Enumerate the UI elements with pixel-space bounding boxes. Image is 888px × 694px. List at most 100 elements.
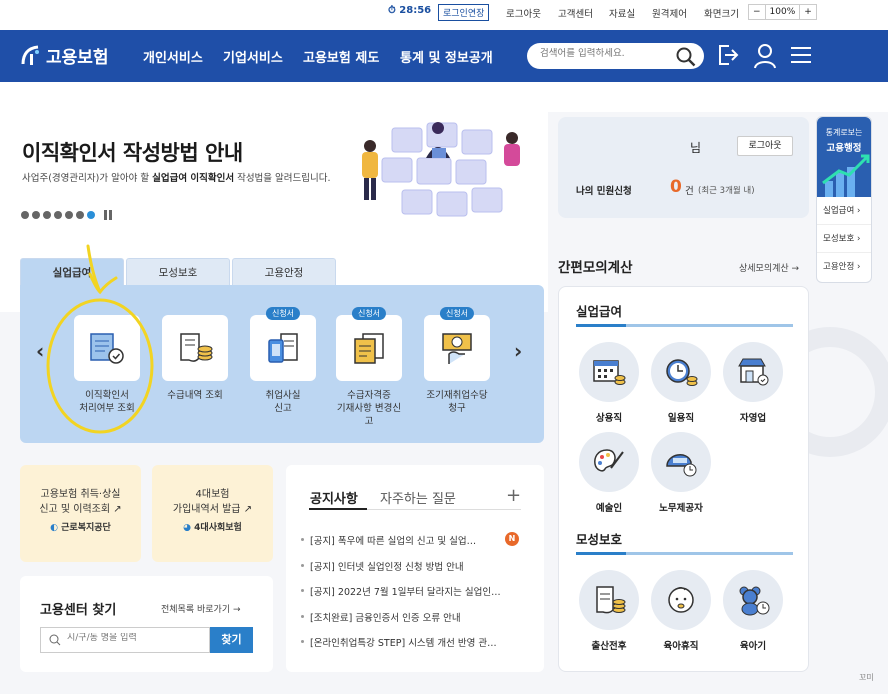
shop-check-icon [738, 358, 769, 386]
side-quick-menu: 통계로보는 고용행정 실업급여 › 모성보호 › 고용안정 › [816, 116, 872, 283]
document-stack-icon [354, 333, 384, 364]
clock-coins-icon [666, 359, 698, 386]
user-icon[interactable] [753, 43, 777, 69]
more-plus-icon[interactable]: + [506, 485, 521, 506]
service-employment-report[interactable]: 신청서 취업사실 신고 [250, 307, 316, 415]
applications-unit: 건 [685, 186, 694, 197]
palette-icon [594, 449, 624, 472]
calc-item-label: 육아기 [739, 641, 767, 652]
calc-item-label: 육아휴직 [663, 641, 699, 652]
session-timer: ⏱ 28:56 [388, 5, 431, 16]
calc-parental-leave[interactable]: 육아휴직 [651, 570, 711, 652]
notice-item[interactable]: [온라인취업특강 STEP] 시스템 개선 반영 관… [301, 635, 497, 649]
search-icon[interactable] [676, 47, 696, 67]
login-extend-button[interactable]: 로그인연장 [438, 4, 490, 21]
stats-banner[interactable]: 통계로보는 고용행정 [817, 117, 871, 197]
menu-business[interactable]: 기업서비스 [223, 47, 283, 66]
stats-banner-title: 고용행정 [826, 143, 862, 154]
calc-childcare-period[interactable]: 육아기 [723, 570, 783, 652]
slide-dot[interactable] [43, 211, 51, 219]
card-org: 4대사회보험 [194, 523, 242, 533]
tab-faq[interactable]: 자주하는 질문 [380, 488, 456, 507]
member-logout-button[interactable]: 로그아웃 [737, 136, 793, 156]
notice-item[interactable]: [공지] 2022년 7월 1일부터 달라지는 실업인… [301, 584, 501, 598]
logo-text: 고용보험 [46, 48, 109, 68]
external-link-icon: ↗ [113, 504, 122, 515]
calc-daily-worker[interactable]: 일용직 [651, 342, 711, 424]
zoom-in-button[interactable]: + [800, 5, 816, 19]
calc-item-label: 자영업 [739, 413, 767, 424]
slide-dot[interactable] [21, 211, 29, 219]
site-logo[interactable]: 고용보험 [20, 43, 109, 68]
card-text: 4대보험 [195, 489, 230, 500]
slide-dot[interactable] [32, 211, 40, 219]
main-nav: 고용보험 개인서비스 기업서비스 고용보험 제도 통계 및 정보공개 [0, 30, 888, 82]
center-search-button[interactable]: 찾기 [210, 627, 253, 653]
library-link[interactable]: 자료실 [609, 6, 635, 20]
new-badge: N [505, 532, 519, 546]
detail-calc-link[interactable]: 상세모의계산 → [739, 261, 799, 274]
receipt-coins-icon [180, 333, 213, 362]
menu-statistics[interactable]: 통계 및 정보공개 [400, 47, 493, 66]
notice-item[interactable]: [조치완료] 금융인증서 인증 오류 안내 [301, 610, 461, 624]
center-search-field [40, 627, 210, 653]
member-info-box: 님 로그아웃 나의 민원신청 0 건 (최근 3개월 내) [558, 117, 809, 218]
calc-artist[interactable]: 예술인 [579, 432, 639, 514]
pause-icon[interactable] [104, 210, 112, 220]
slide-dot-active[interactable] [87, 211, 95, 219]
notice-item[interactable]: [공지] 폭우에 따른 실업의 신고 및 실업… [300, 533, 476, 547]
section-bar [576, 552, 793, 555]
tab-notices[interactable]: 공지사항 [310, 488, 358, 507]
calc-item-label: 예술인 [595, 503, 623, 514]
receipt-coins-icon [596, 586, 626, 614]
menu-personal[interactable]: 개인서비스 [143, 47, 203, 66]
calc-maternity-leave[interactable]: 출산전후 [579, 570, 639, 652]
card-text: 신고 및 이력조회 [39, 504, 111, 515]
slide-indicator [21, 210, 112, 220]
watermark: 꼬미 [859, 673, 874, 682]
search-input[interactable] [540, 48, 675, 59]
tab-employment-stability[interactable]: 고용안정 [232, 258, 336, 286]
service-qualification-change[interactable]: 신청서 수급자격증 기재사항 변경신고 [336, 307, 402, 428]
hero-title: 이직확인서 작성방법 안내 [22, 141, 243, 165]
calc-card: 실업급여 상용직 일용직 자영업 예술인 노무제공자 모성보호 출산전후 육아휴… [558, 286, 809, 672]
applications-note: (최근 3개월 내) [698, 186, 755, 196]
side-item-unemployment[interactable]: 실업급여 › [817, 197, 871, 225]
card-insurance-acquisition[interactable]: 고용보험 취득·상실 신고 및 이력조회 ↗ ◐ 근로복지공단 [20, 465, 141, 562]
zoom-out-button[interactable]: − [749, 5, 766, 19]
service-label: 기재사항 변경신고 [336, 403, 402, 427]
slide-dot[interactable] [54, 211, 62, 219]
hamburger-menu-icon[interactable] [791, 46, 811, 64]
applications-count[interactable]: 0 [670, 177, 682, 197]
center-search-input[interactable] [67, 633, 207, 643]
next-arrow-icon[interactable]: › [514, 339, 522, 363]
service-label: 수급자격증 [347, 390, 391, 401]
chart-growth-icon [822, 154, 870, 197]
highlight-annotation [46, 244, 154, 434]
card-four-insurance[interactable]: 4대보험 가입내역서 발급 ↗ ◕ 4대사회보험 [152, 465, 273, 562]
service-early-reemployment[interactable]: 신청서 조기재취업수당 청구 [424, 307, 490, 415]
all-centers-link[interactable]: 전체목록 바로가기 → [161, 602, 241, 615]
helmet-clock-icon [666, 454, 697, 477]
phone-document-icon [268, 333, 298, 363]
application-badge: 신청서 [265, 307, 301, 320]
slide-dot[interactable] [65, 211, 73, 219]
calc-regular-worker[interactable]: 상용직 [579, 342, 639, 424]
notice-item[interactable]: [공지] 인터넷 실업인정 신청 방법 안내 [301, 559, 464, 573]
menu-insurance-system[interactable]: 고용보험 제도 [303, 47, 379, 66]
service-label: 청구 [448, 403, 466, 414]
logout-link[interactable]: 로그아웃 [506, 6, 541, 20]
calc-self-employed[interactable]: 자영업 [723, 342, 783, 424]
teddy-bear-icon [739, 586, 770, 616]
customer-center-link[interactable]: 고객센터 [558, 6, 593, 20]
calc-item-label: 일용직 [667, 413, 695, 424]
side-item-stability[interactable]: 고용안정 › [817, 253, 871, 281]
slide-dot[interactable] [76, 211, 84, 219]
remote-control-link[interactable]: 원격제어 [652, 6, 687, 20]
side-item-maternity[interactable]: 모성보호 › [817, 225, 871, 253]
stats-banner-text: 통계로보는 [825, 128, 863, 137]
logout-icon[interactable] [717, 43, 739, 67]
four-insurance-logo-icon: ◕ [183, 523, 192, 533]
service-benefit-history[interactable]: 수급내역 조회 [162, 315, 228, 402]
calc-labor-provider[interactable]: 노무제공자 [651, 432, 711, 514]
